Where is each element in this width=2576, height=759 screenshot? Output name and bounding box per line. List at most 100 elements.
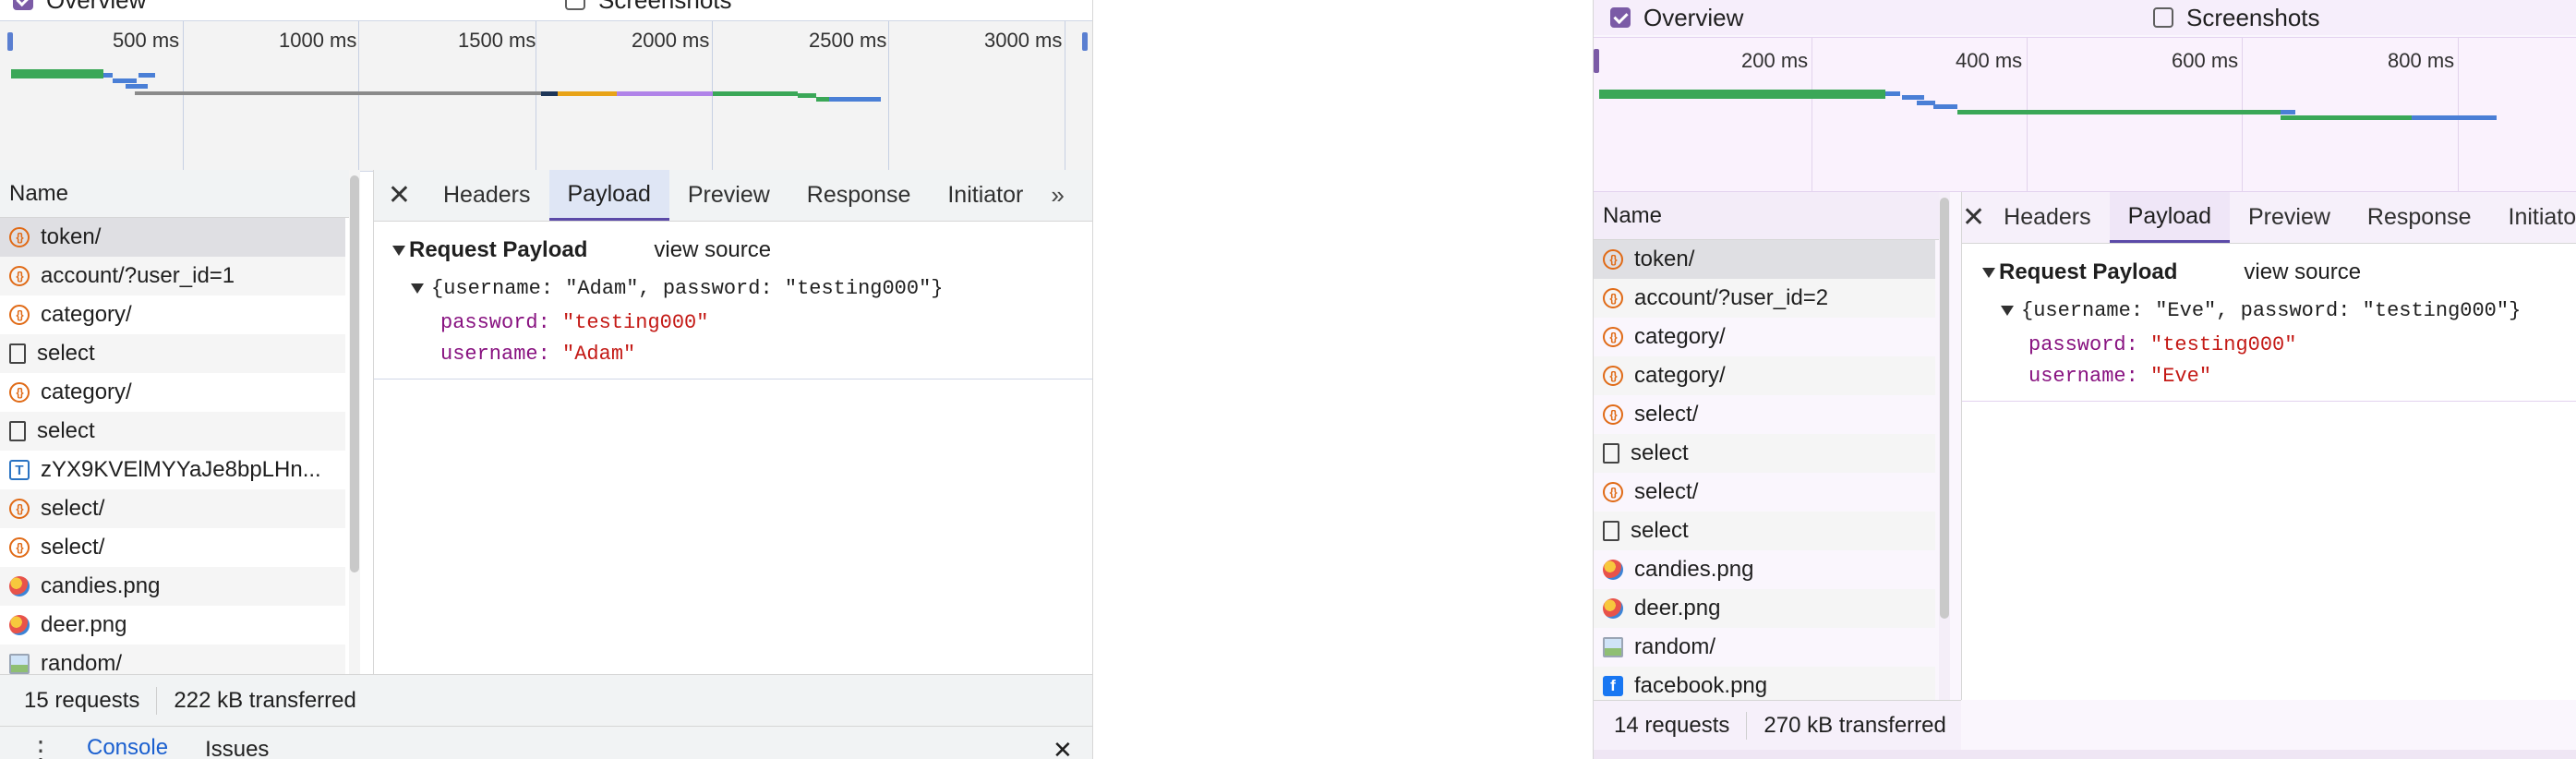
tab-preview[interactable]: Preview — [669, 170, 788, 221]
font-icon: T — [9, 460, 30, 480]
tab-response[interactable]: Response — [2349, 192, 2490, 243]
request-row[interactable]: select — [0, 412, 345, 451]
request-row[interactable]: {} select/ — [0, 528, 345, 567]
timeline-range-handle-right[interactable] — [1082, 32, 1088, 51]
request-row[interactable]: {} token/ — [1594, 240, 1935, 279]
request-name: select — [37, 341, 95, 366]
request-name: deer.png — [41, 612, 127, 637]
checkbox-unchecked-icon[interactable] — [565, 0, 585, 10]
request-row[interactable]: random/ — [1594, 628, 1935, 667]
name-header-label: Name — [9, 180, 69, 206]
overview-timeline[interactable]: 200 ms 400 ms 600 ms 800 ms — [1594, 37, 2576, 192]
request-row[interactable]: {} category/ — [1594, 318, 1935, 356]
request-row[interactable]: deer.png — [0, 606, 345, 645]
tab-payload[interactable]: Payload — [548, 170, 669, 221]
tab-preview[interactable]: Preview — [2230, 192, 2349, 243]
overview-checkbox[interactable]: Overview — [1610, 4, 1743, 32]
request-row[interactable]: TzYX9KVElMYYaJe8bpLHn... — [0, 451, 345, 489]
drawer-tab-console[interactable]: Console — [87, 735, 168, 759]
drawer-close-icon[interactable]: ✕ — [1053, 736, 1073, 759]
screenshots-checkbox[interactable]: Screenshots — [565, 0, 732, 15]
request-payload-section[interactable]: Request Payload view source — [1962, 253, 2576, 292]
request-row[interactable]: {} account/?user_id=2 — [1594, 279, 1935, 318]
payload-field: password: "testing000" — [374, 307, 1092, 338]
request-payload-section[interactable]: Request Payload view source — [374, 231, 1092, 270]
expand-triangle-icon[interactable] — [1982, 267, 1995, 278]
key-colon: : — [537, 342, 563, 366]
waterfall-bar — [1902, 95, 1924, 100]
drawer-edge — [1594, 750, 2576, 759]
view-source-link[interactable]: view source — [654, 237, 771, 263]
request-row[interactable]: candies.png — [1594, 550, 1935, 589]
image-icon — [9, 576, 30, 596]
request-list-scrollbar[interactable] — [349, 170, 360, 674]
request-row[interactable]: {} select/ — [1594, 395, 1935, 434]
request-row[interactable]: {} select/ — [0, 489, 345, 528]
request-row[interactable]: {} category/ — [1594, 356, 1935, 395]
checkbox-checked-icon[interactable] — [13, 0, 33, 10]
request-list: {} token/{} account/?user_id=2{} category/{… — [1594, 240, 1935, 700]
waterfall-bar — [798, 93, 816, 98]
network-status-bar: 15 requests 222 kB transferred — [0, 674, 373, 726]
request-row[interactable]: candies.png — [0, 567, 345, 606]
payload-object-summary[interactable]: {username: "Eve", password: "testing000"… — [1962, 292, 2576, 329]
request-row[interactable]: {} category/ — [0, 295, 345, 334]
request-name: token/ — [41, 224, 102, 249]
tab-initiator[interactable]: Initiator — [2490, 192, 2576, 243]
details-tab-bar: ✕ Headers Payload Preview Response Initi… — [374, 170, 1092, 222]
tab-response[interactable]: Response — [788, 170, 930, 221]
request-name: select — [1631, 440, 1689, 465]
facebook-icon: f — [1603, 676, 1623, 696]
json-icon: {} — [1603, 288, 1623, 308]
screenshots-checkbox[interactable]: Screenshots — [2153, 4, 2320, 32]
timeline-tick-label: 1000 ms — [279, 29, 357, 52]
more-tabs-chevron-icon[interactable]: » — [1041, 170, 1073, 221]
waterfall-bar — [1917, 101, 1935, 105]
request-row[interactable]: {} select/ — [1594, 473, 1935, 512]
tab-headers[interactable]: Headers — [1985, 192, 2110, 243]
request-row[interactable]: {} token/ — [0, 218, 345, 257]
payload-view: Request Payload view source {username: "… — [374, 231, 1092, 380]
expand-triangle-icon[interactable] — [411, 283, 424, 294]
close-icon[interactable]: ✕ — [374, 170, 425, 221]
payload-title: Request Payload — [1999, 259, 2178, 284]
view-source-link[interactable]: view source — [2244, 259, 2361, 285]
overview-timeline[interactable]: 500 ms 1000 ms 1500 ms 2000 ms 2500 ms 3… — [0, 20, 1092, 172]
status-divider — [156, 686, 158, 715]
name-column-header[interactable]: Name — [1594, 192, 1939, 240]
scrollbar-thumb[interactable] — [1940, 198, 1949, 619]
request-row[interactable]: {} account/?user_id=1 — [0, 257, 345, 295]
close-icon[interactable]: ✕ — [1962, 192, 1985, 243]
request-row[interactable]: f facebook.png — [1594, 667, 1935, 700]
document-icon — [1603, 443, 1619, 464]
payload-object-summary[interactable]: {username: "Adam", password: "testing000… — [374, 270, 1092, 307]
request-name: category/ — [1634, 363, 1726, 388]
request-row[interactable]: select — [1594, 434, 1935, 473]
request-row[interactable]: select — [1594, 512, 1935, 550]
expand-triangle-icon[interactable] — [2001, 305, 2014, 316]
request-row[interactable]: select — [0, 334, 345, 373]
tab-initiator[interactable]: Initiator — [929, 170, 1041, 221]
scrollbar-thumb[interactable] — [350, 175, 359, 572]
name-column-header[interactable]: Name — [0, 170, 349, 218]
timeline-gridline — [712, 21, 713, 171]
document-icon — [1603, 521, 1619, 541]
waterfall-bar — [2281, 115, 2412, 120]
overview-checkbox[interactable]: Overview — [13, 0, 146, 15]
tab-headers[interactable]: Headers — [425, 170, 549, 221]
timeline-tick-label: 3000 ms — [984, 29, 1063, 52]
checkbox-checked-icon[interactable] — [1610, 7, 1631, 28]
drawer-tab-issues[interactable]: Issues — [205, 737, 269, 759]
expand-triangle-icon[interactable] — [392, 245, 405, 256]
request-list-scrollbar[interactable] — [1939, 192, 1950, 700]
timeline-range-handle-left[interactable] — [1594, 49, 1599, 73]
request-row[interactable]: deer.png — [1594, 589, 1935, 628]
drawer-menu-icon[interactable]: ⋮ — [28, 735, 54, 759]
tab-payload[interactable]: Payload — [2109, 192, 2230, 243]
request-row[interactable]: {} category/ — [0, 373, 345, 412]
payload-value: "Adam" — [562, 342, 636, 366]
timeline-range-handle-left[interactable] — [7, 32, 13, 51]
request-row[interactable]: random/ — [0, 645, 345, 674]
timeline-tick-label: 2500 ms — [809, 29, 887, 52]
checkbox-unchecked-icon[interactable] — [2153, 7, 2173, 28]
